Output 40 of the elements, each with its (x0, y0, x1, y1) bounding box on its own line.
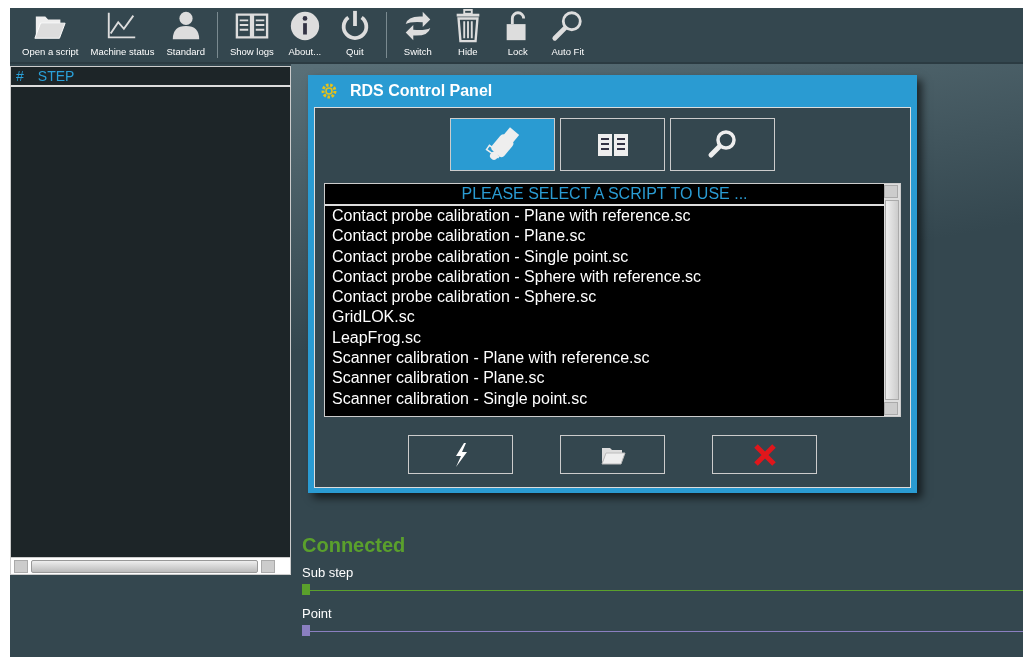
magnifier-icon (550, 9, 585, 43)
column-header: STEP (37, 68, 75, 84)
toolbar-button[interactable]: About... (279, 8, 330, 62)
gear-icon (320, 82, 338, 100)
list-item[interactable]: Contact probe calibration - Sphere.sc (325, 287, 884, 308)
toolbar-button[interactable]: Auto Fit (542, 8, 593, 62)
vertical-scrollbar[interactable] (884, 184, 900, 416)
open-button[interactable] (560, 435, 665, 474)
list-item[interactable]: Contact probe calibration - Single point.sc (325, 246, 884, 267)
list-item[interactable]: LeapFrog.sc (325, 327, 884, 349)
toolbar-button[interactable]: Lock (492, 8, 543, 62)
toolbar-button[interactable]: Show logs (223, 8, 280, 62)
tab[interactable] (560, 118, 665, 171)
list-item[interactable]: Scanner calibration - Single point.sc (325, 388, 884, 409)
list-header: PLEASE SELECT A SCRIPT TO USE ... (325, 184, 884, 206)
window-title: RDS Control Panel (350, 82, 493, 100)
connection-status: Connected (302, 534, 407, 557)
horizontal-scrollbar[interactable] (10, 557, 291, 575)
list-item[interactable]: GridLOK.sc (325, 307, 884, 328)
list-item[interactable]: Scanner calibration - Plane.sc (325, 368, 884, 389)
list-item[interactable]: Contact probe calibration - Plane.sc (325, 226, 884, 247)
toolbar-button[interactable]: Open a script (16, 8, 85, 62)
toolbar-button[interactable]: Switch (392, 8, 443, 62)
list-item[interactable]: Contact probe calibration - Sphere with reference.sc (325, 266, 884, 288)
toolbar-button[interactable]: Standard (160, 8, 211, 62)
slider-thumb[interactable] (302, 584, 310, 595)
slider[interactable] (302, 625, 1023, 639)
run-button[interactable] (408, 435, 513, 474)
column-header: # (16, 68, 24, 84)
list-item[interactable]: Contact probe calibration - Plane with reference.sc (325, 206, 884, 227)
toolbar-button[interactable]: Machine status (84, 8, 161, 62)
tab[interactable] (670, 118, 775, 171)
close-button[interactable] (712, 435, 817, 474)
slider-thumb[interactable] (302, 625, 310, 636)
slider-label: Point (302, 606, 333, 621)
slider[interactable] (302, 584, 1023, 598)
slider-label: Sub step (302, 565, 355, 580)
toolbar-button[interactable]: Quit (329, 8, 380, 62)
toolbar-button[interactable]: Hide (442, 8, 493, 62)
list-item[interactable]: Scanner calibration - Plane with reference.sc (325, 348, 884, 369)
